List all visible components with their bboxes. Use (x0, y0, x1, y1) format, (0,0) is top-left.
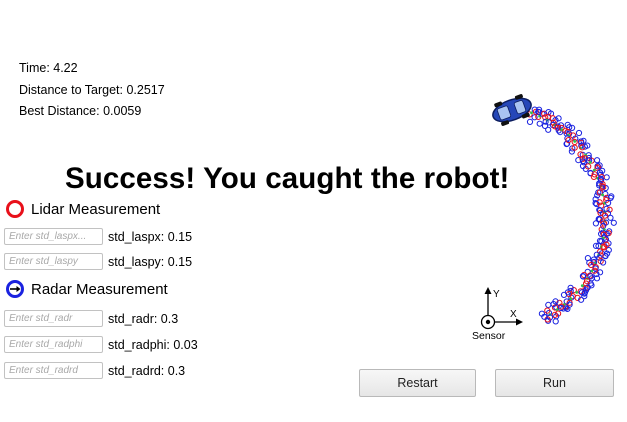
std-radr-label: std_radr: 0.3 (108, 311, 179, 326)
radar-marker-icon (6, 280, 24, 298)
stats-panel: Time: 4.22 Distance to Target: 0.2517 Be… (19, 58, 165, 123)
std-laspy-input[interactable] (4, 253, 103, 270)
measurement-point (536, 120, 543, 127)
y-axis-label: Y (493, 289, 500, 300)
sensor-origin: Y X Sensor (472, 287, 523, 342)
std-radrd-input[interactable] (4, 362, 103, 379)
measurement-point (575, 129, 583, 137)
measurement-point (592, 220, 600, 227)
estimate-point (580, 284, 584, 287)
std-radphi-label: std_radphi: 0.03 (108, 337, 198, 352)
estimate-point (569, 297, 573, 301)
std-radphi-input[interactable] (4, 336, 103, 353)
measurement-point (552, 318, 559, 325)
measurement-point (610, 219, 617, 226)
sensor-label: Sensor (472, 330, 506, 342)
success-banner: Success! You caught the robot! (65, 162, 510, 195)
measurement-point (551, 311, 559, 318)
distance-readout: Distance to Target: 0.2517 (19, 82, 165, 97)
radar-legend-label: Radar Measurement (31, 280, 168, 298)
estimate-point (573, 140, 577, 143)
std-radrd-label: std_radrd: 0.3 (108, 363, 186, 378)
lidar-marker-icon (6, 200, 24, 218)
run-button[interactable]: Run (495, 369, 614, 397)
lidar-legend: Lidar Measurement (6, 200, 160, 218)
radr-row: std_radr: 0.3 (4, 310, 178, 327)
laspx-row: std_laspx: 0.15 (4, 228, 192, 245)
radrd-row: std_radrd: 0.3 (4, 362, 185, 379)
std-radr-input[interactable] (4, 310, 103, 327)
time-readout: Time: 4.22 (19, 61, 78, 75)
measurement-point (545, 126, 552, 133)
lidar-legend-label: Lidar Measurement (31, 200, 161, 218)
std-laspy-label: std_laspy: 0.15 (108, 254, 193, 269)
estimate-point (588, 161, 592, 164)
measurement-point (545, 301, 552, 308)
measurement-point (560, 291, 568, 298)
restart-button[interactable]: Restart (359, 369, 476, 397)
measurement-point (594, 157, 601, 164)
std-laspx-label: std_laspx: 0.15 (108, 229, 193, 244)
measurement-point (603, 174, 610, 181)
estimate-point (575, 291, 579, 294)
best-distance-readout: Best Distance: 0.0059 (19, 104, 142, 118)
std-laspx-input[interactable] (4, 228, 103, 245)
radphi-row: std_radphi: 0.03 (4, 336, 198, 353)
laspy-row: std_laspy: 0.15 (4, 253, 192, 270)
measurement-point (607, 214, 614, 221)
measurement-points (526, 106, 617, 325)
x-axis-label: X (510, 309, 517, 320)
measurement-point (526, 118, 534, 126)
radar-legend: Radar Measurement (6, 280, 168, 298)
estimate-point (592, 168, 596, 172)
estimate-point (530, 111, 533, 115)
estimate-point (601, 193, 604, 197)
